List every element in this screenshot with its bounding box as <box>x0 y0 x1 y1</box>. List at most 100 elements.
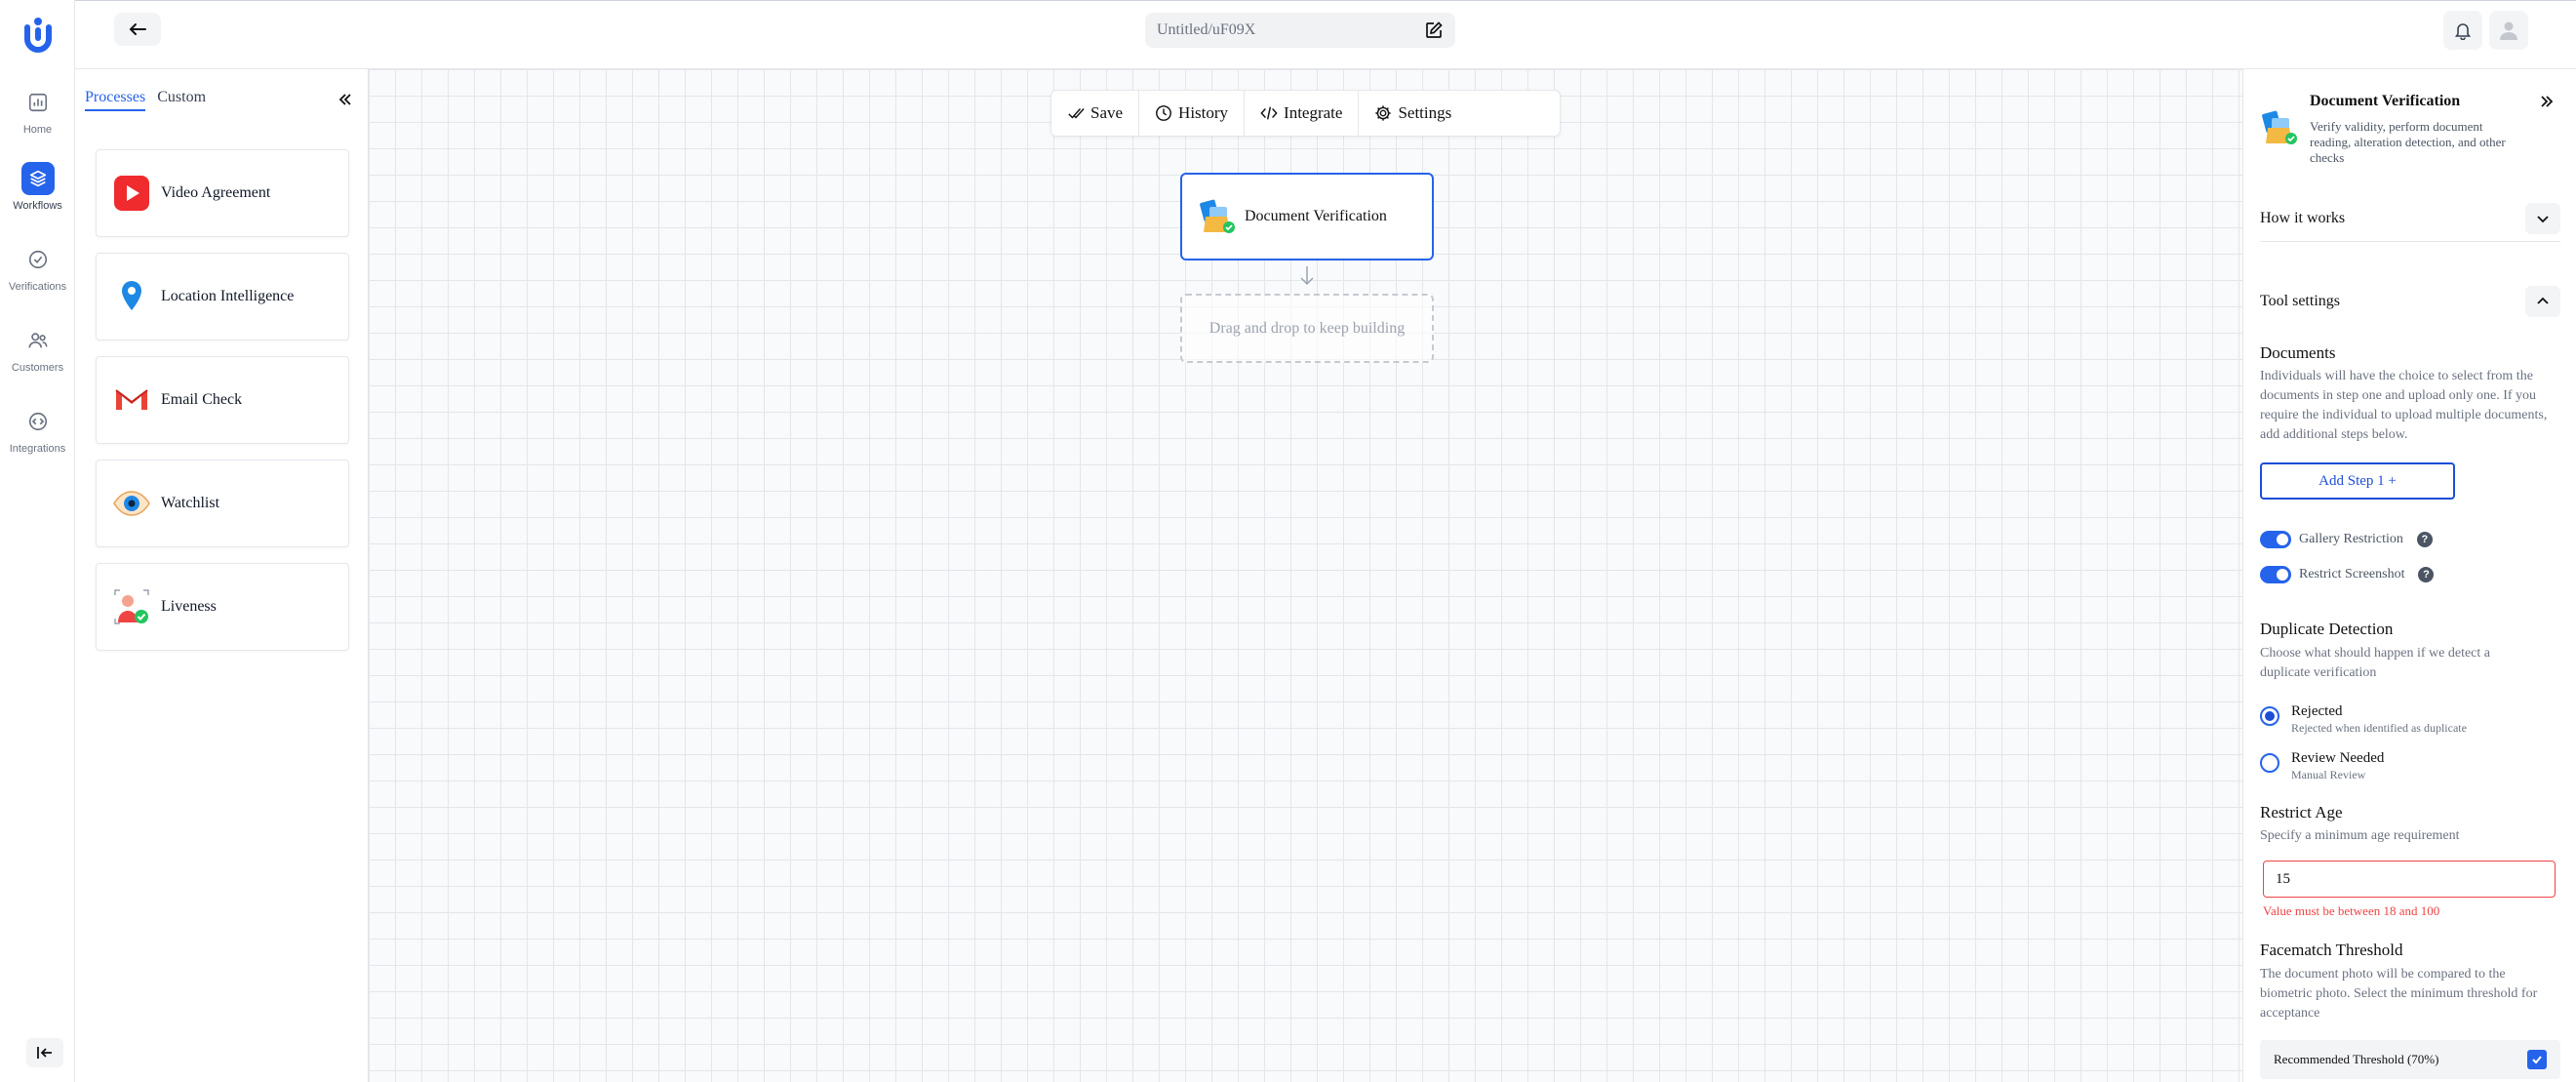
checkbox[interactable] <box>2527 1050 2547 1069</box>
integrate-button[interactable]: Integrate <box>1245 91 1360 136</box>
collapse-left-icon <box>37 1047 52 1059</box>
facematch-text: The document photo will be compared to t… <box>2260 967 2538 1021</box>
canvas-toolbar: Save History Integrate Settings <box>1050 90 1561 137</box>
age-error-message: Value must be between 18 and 100 <box>2263 903 2440 918</box>
radio-button[interactable] <box>2260 753 2279 773</box>
gear-icon <box>1375 105 1392 121</box>
gallery-restriction-toggle[interactable] <box>2260 531 2291 548</box>
process-label: Email Check <box>161 391 243 408</box>
restrict-age-text: Specify a minimum age requirement <box>2260 828 2460 843</box>
user-icon <box>2500 21 2517 40</box>
clock-icon <box>1156 105 1171 121</box>
help-icon[interactable]: ? <box>2418 567 2435 582</box>
radio-option-rejected[interactable]: Rejected Rejected when identified as dup… <box>2260 703 2467 736</box>
chevron-down-icon[interactable] <box>2525 202 2560 234</box>
integrate-label: Integrate <box>1284 103 1343 122</box>
nav-integrations-label: Integrations <box>9 443 66 455</box>
process-card-watchlist[interactable]: Watchlist <box>96 460 349 547</box>
nav-verifications-label: Verifications <box>8 281 67 293</box>
sidebar-tabs: Processes Custom <box>85 89 206 111</box>
nav-rail: Home Workflows Verifications Customers I… <box>0 0 75 1082</box>
nav-customers[interactable]: Customers <box>0 324 75 374</box>
gmail-icon <box>112 381 151 420</box>
layers-icon <box>20 162 55 195</box>
process-card-liveness[interactable]: Liveness <box>96 563 349 651</box>
nav-customers-label: Customers <box>11 362 64 374</box>
chevron-up-icon[interactable] <box>2525 286 2560 317</box>
panel-description: Verify validity, perform document readin… <box>2310 119 2506 165</box>
radio-option-review-needed[interactable]: Review Needed Manual Review <box>2260 750 2384 782</box>
workflow-canvas[interactable]: Save History Integrate Settings Document… <box>369 69 2242 1082</box>
video-play-icon <box>112 174 151 213</box>
workflow-node-document-verification[interactable]: Document Verification <box>1180 173 1434 260</box>
minimum-age-input[interactable] <box>2263 861 2556 898</box>
notifications-button[interactable] <box>2443 11 2482 50</box>
duplicate-detection-text: Choose what should happen if we detect a… <box>2260 646 2490 680</box>
chevrons-left-icon <box>338 94 351 105</box>
facematch-title: Facematch Threshold <box>2260 941 2403 959</box>
restrict-screenshot-row: Restrict Screenshot ? <box>2260 566 2435 583</box>
app-logo-icon[interactable] <box>21 16 55 55</box>
process-card-location-intelligence[interactable]: Location Intelligence <box>96 253 349 341</box>
tool-settings-label: Tool settings <box>2260 293 2340 309</box>
process-label: Watchlist <box>161 495 220 511</box>
process-card-video-agreement[interactable]: Video Agreement <box>96 149 349 237</box>
tool-settings-accordion[interactable]: Tool settings <box>2260 278 2560 325</box>
restrict-screenshot-label: Restrict Screenshot <box>2299 567 2405 581</box>
nav-home[interactable]: Home <box>0 86 75 136</box>
radio-sublabel: Manual Review <box>2291 768 2366 781</box>
collapse-sidebar-button[interactable] <box>335 89 356 110</box>
tab-processes[interactable]: Processes <box>85 89 146 111</box>
chart-bar-icon <box>21 86 55 119</box>
arrow-left-icon <box>129 23 146 35</box>
history-label: History <box>1178 103 1229 122</box>
workflow-title: Untitled/uF09X <box>1157 21 1256 38</box>
top-bar: Untitled/uF09X <box>75 0 2576 69</box>
node-label: Document Verification <box>1245 208 1387 224</box>
drop-zone[interactable]: Drag and drop to keep building <box>1180 294 1434 363</box>
save-button[interactable]: Save <box>1051 91 1140 136</box>
process-label: Liveness <box>161 598 217 615</box>
save-label: Save <box>1090 103 1124 122</box>
process-label: Location Intelligence <box>161 288 295 304</box>
nav-workflows-label: Workflows <box>13 200 62 212</box>
radio-button[interactable] <box>2260 706 2279 726</box>
process-card-email-check[interactable]: Email Check <box>96 356 349 444</box>
back-button[interactable] <box>114 13 161 46</box>
settings-button[interactable]: Settings <box>1359 91 1467 136</box>
restrict-age-title: Restrict Age <box>2260 803 2343 822</box>
duplicate-detection-title: Duplicate Detection <box>2260 620 2394 638</box>
history-button[interactable]: History <box>1139 91 1246 136</box>
add-step-button[interactable]: Add Step 1 + <box>2260 462 2455 500</box>
nav-workflows[interactable]: Workflows <box>0 162 75 212</box>
person-check-icon <box>112 587 151 626</box>
documents-title: Documents <box>2260 343 2336 362</box>
eye-icon <box>112 484 151 523</box>
document-verification-icon <box>2262 110 2297 144</box>
gallery-restriction-label: Gallery Restriction <box>2299 532 2403 546</box>
radio-label: Review Needed <box>2291 750 2385 766</box>
users-icon <box>21 324 55 357</box>
connector-arrow-icon <box>1300 266 1314 286</box>
help-icon[interactable]: ? <box>2416 532 2433 547</box>
location-pin-icon <box>112 277 151 316</box>
panel-title: Document Verification <box>2310 93 2461 109</box>
double-check-icon <box>1068 108 1085 119</box>
nav-verifications[interactable]: Verifications <box>0 243 75 293</box>
how-it-works-accordion[interactable]: How it works <box>2260 195 2560 242</box>
documents-text: Individuals will have the choice to sele… <box>2260 369 2548 442</box>
workflow-title-field[interactable]: Untitled/uF09X <box>1145 13 1455 48</box>
process-label: Video Agreement <box>161 184 271 201</box>
code-icon <box>1260 106 1278 120</box>
nav-integrations[interactable]: Integrations <box>0 405 75 455</box>
collapse-rail-button[interactable] <box>26 1038 63 1067</box>
document-verification-icon <box>1200 199 1235 233</box>
user-menu-button[interactable] <box>2489 11 2528 50</box>
edit-icon[interactable] <box>1424 20 1444 40</box>
tab-custom[interactable]: Custom <box>157 89 206 111</box>
recommended-threshold-option[interactable]: Recommended Threshold (70%) <box>2260 1040 2560 1079</box>
process-sidebar: Processes Custom Video Agreement Locatio… <box>75 69 369 1082</box>
nav-home-label: Home <box>22 124 53 136</box>
restrict-screenshot-toggle[interactable] <box>2260 566 2291 583</box>
close-panel-button[interactable] <box>2536 91 2557 112</box>
